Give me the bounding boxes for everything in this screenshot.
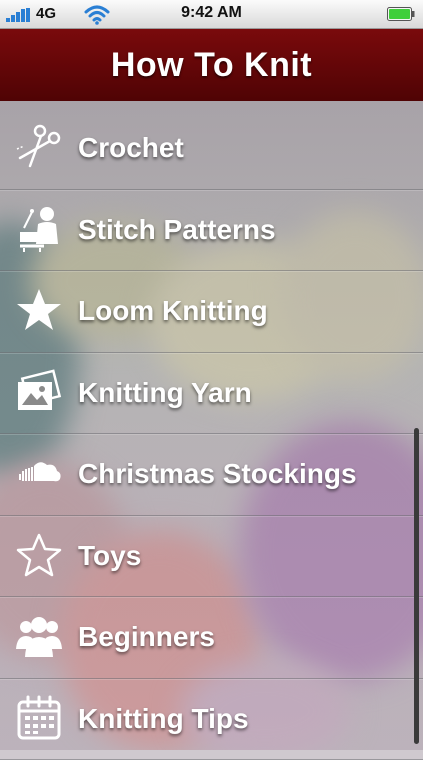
cloud-icon [14, 448, 64, 498]
battery-icon [387, 7, 415, 21]
menu-list: Crochet Stitch Patterns Loom Knitting Kn [0, 108, 423, 760]
scrollbar[interactable] [414, 428, 419, 744]
scissors-icon [14, 122, 64, 172]
menu-item-label: Beginners [78, 597, 215, 677]
menu-item-loom-knitting[interactable]: Loom Knitting [0, 271, 423, 353]
status-bar: 4G 9:42 AM [0, 0, 423, 29]
menu-item-label: Knitting Tips [78, 679, 249, 759]
title-bar: How To Knit [0, 29, 423, 102]
users-icon [14, 611, 64, 661]
menu-item-knitting-yarn[interactable]: Knitting Yarn [0, 353, 423, 435]
menu-item-christmas-stockings[interactable]: Christmas Stockings [0, 434, 423, 516]
menu-item-label: Toys [78, 516, 141, 596]
menu-item-beginners[interactable]: Beginners [0, 597, 423, 679]
star-outline-icon [14, 530, 64, 580]
photos-icon [14, 367, 64, 417]
menu-item-crochet[interactable]: Crochet [0, 108, 423, 190]
star-icon [14, 285, 64, 335]
presenter-icon [14, 204, 64, 254]
page-title: How To Knit [0, 29, 423, 101]
status-time: 9:42 AM [0, 4, 423, 22]
menu-item-label: Stitch Patterns [78, 190, 276, 270]
menu-item-label: Christmas Stockings [78, 434, 357, 514]
calendar-icon [14, 693, 64, 743]
menu-item-stitch-patterns[interactable]: Stitch Patterns [0, 190, 423, 272]
menu-item-label: Knitting Yarn [78, 353, 252, 433]
menu-item-toys[interactable]: Toys [0, 516, 423, 598]
menu-item-label: Loom Knitting [78, 271, 268, 351]
menu-item-knitting-tips[interactable]: Knitting Tips [0, 679, 423, 760]
menu-item-label: Crochet [78, 108, 184, 188]
